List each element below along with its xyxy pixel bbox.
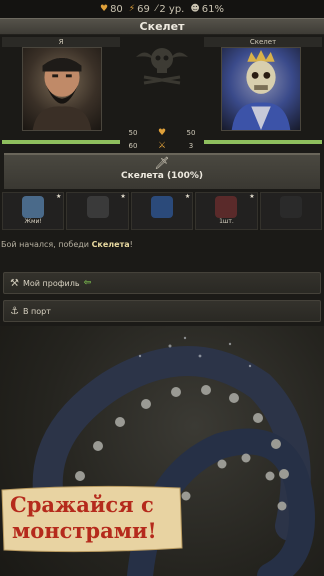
promo-banner: Сражайся с монстрами! [0, 484, 184, 554]
skill-slot[interactable]: Жми! ★ [2, 192, 65, 230]
bomb-icon [279, 196, 302, 218]
lightning-icon: ⚡ [128, 4, 136, 14]
heart-icon: ♥ [157, 127, 167, 138]
hp-row: 50 ♥ 50 [128, 127, 196, 138]
star-icon: ★ [56, 193, 62, 200]
gold-stat: ♥ 80 [99, 3, 123, 15]
player-portrait[interactable] [22, 47, 102, 131]
skill-bar: Жми! ★ ★ ★ 1шт. ★ [2, 192, 323, 230]
attack-icon: ⚔ [157, 140, 167, 151]
anchor-icon: ⚓ [10, 305, 19, 317]
battle-log: Бой начался, победи Скелета! [1, 240, 133, 249]
skull-icon: ☻ [190, 4, 200, 14]
arrow-left-icon: ⇦ [83, 278, 92, 288]
skill-slot[interactable]: ★ [66, 192, 129, 230]
promo-line-1: Сражайся с [10, 492, 154, 517]
star-icon: ★ [249, 193, 255, 200]
enemy-hp-fill [204, 140, 322, 144]
port-button[interactable]: ⚓ В порт [3, 300, 321, 322]
progress-stat: ☻ 61% [190, 3, 224, 15]
player-name: Я [2, 37, 120, 47]
dagger-icon: 🗡 [154, 156, 170, 170]
shield-icon [151, 196, 174, 218]
skill-slot[interactable]: ★ [130, 192, 194, 230]
sword-icon: ⁄ [155, 4, 158, 14]
enemy-portrait[interactable] [221, 47, 301, 131]
player-hp-fill [2, 140, 120, 144]
enemy-name: Скелет [204, 37, 322, 47]
anvil-icon: ⚒ [10, 277, 19, 289]
skill-slot[interactable] [259, 192, 323, 230]
energy-stat: ⚡ 69 [128, 3, 150, 15]
attack-panel[interactable]: 🗡 Скелета (100%) [4, 153, 320, 189]
skill-label: Жми! [24, 218, 42, 225]
battle-arena: Я Скелет 50 ♥ 50 60 ⚔ 3 [0, 35, 324, 164]
status-bar: ♥ 80 ⚡ 69 ⁄ 2 ур. ☻ 61% [0, 0, 324, 18]
sword-slash-icon [86, 196, 109, 218]
potion-icon [215, 196, 238, 218]
promo-line-2: монстрами! [12, 518, 157, 543]
attack-row: 60 ⚔ 3 [128, 140, 194, 151]
page-title: Скелет [0, 18, 324, 35]
player-hp-bar [2, 140, 120, 144]
reward-text: Скелета (100%) [121, 171, 203, 181]
star-icon: ★ [120, 193, 126, 200]
skill-slot[interactable]: 1шт. ★ [195, 192, 258, 230]
heart-icon: ♥ [99, 4, 109, 14]
fist-icon [22, 196, 45, 218]
star-icon: ★ [184, 193, 191, 200]
skill-label: 1шт. [219, 218, 234, 225]
enemy-hp-bar [204, 140, 322, 144]
level-stat: ⁄ 2 ур. [155, 3, 185, 15]
profile-button[interactable]: ⚒ Мой профиль ⇦ [3, 272, 321, 294]
skull-emblem-icon [132, 37, 192, 89]
